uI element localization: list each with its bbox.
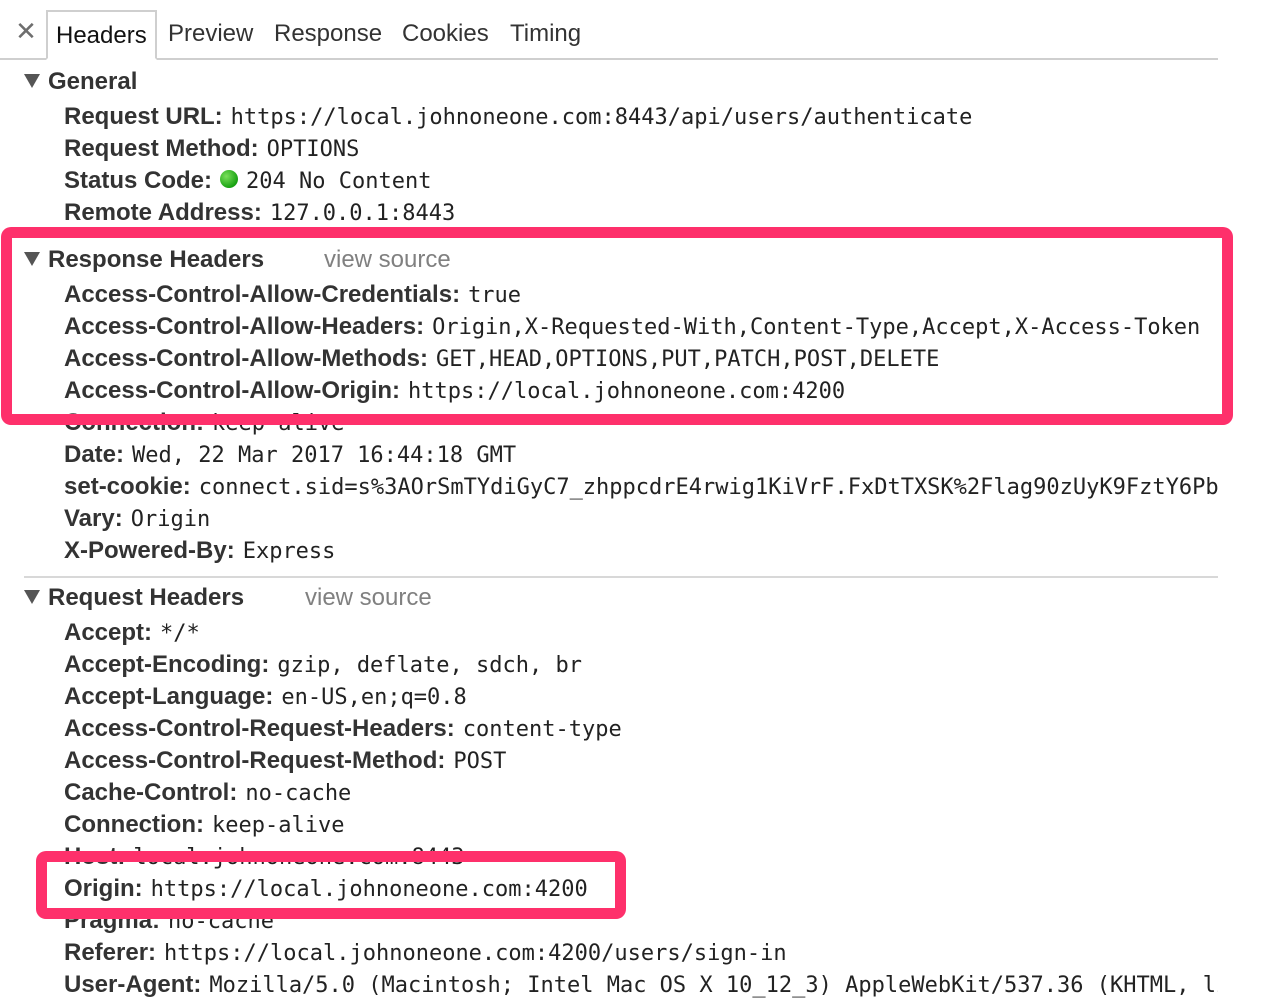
header-key: Access-Control-Allow-Headers:: [64, 313, 425, 340]
header-value: */*: [160, 621, 200, 646]
general-section-title: General: [48, 68, 138, 95]
header-key: Access-Control-Allow-Origin:: [64, 377, 401, 404]
header-key: set-cookie:: [64, 473, 191, 500]
triangle-down-icon: [24, 251, 40, 266]
response-header-row: set-cookie: connect.sid=s%3AOrSmTYdiGyC7_…: [64, 471, 1218, 503]
request-header-row: Accept: */*: [64, 617, 1218, 649]
header-value: Wed, 22 Mar 2017 16:44:18 GMT: [132, 443, 517, 468]
status-ok-icon: [220, 169, 239, 188]
request-view-source-link[interactable]: view source: [305, 582, 432, 614]
request-header-row: Pragma: no-cache: [64, 905, 1218, 937]
request-header-row: Host: local.johnoneone.com:8443: [64, 841, 1218, 873]
tab-preview[interactable]: Preview: [168, 10, 253, 60]
general-row-remote-address: Remote Address: 127.0.0.1:8443: [64, 197, 1218, 229]
header-value: Mozilla/5.0 (Macintosh; Intel Mac OS X 1…: [209, 973, 1218, 998]
header-key: Accept:: [64, 619, 153, 646]
header-value: Express: [242, 539, 336, 564]
request-headers-section-toggle[interactable]: Request Headers: [24, 582, 244, 614]
response-header-row: X-Powered-By: Express: [64, 535, 1218, 567]
header-value: content-type: [462, 717, 622, 742]
header-key: Date:: [64, 441, 125, 468]
section-divider: [24, 576, 1218, 578]
header-value: 204 No Content: [246, 169, 432, 194]
header-key: Connection:: [64, 811, 204, 838]
general-section-toggle[interactable]: General: [24, 66, 137, 98]
close-icon[interactable]: ✕: [14, 18, 38, 46]
request-header-row: Access-Control-Request-Headers: content-t…: [64, 713, 1218, 745]
response-header-row: Access-Control-Allow-Credentials: true: [64, 279, 1218, 311]
response-header-row: Access-Control-Allow-Methods: GET,HEAD,OP…: [64, 343, 1218, 375]
header-value: OPTIONS: [266, 137, 360, 162]
header-value: Origin,X-Requested-With,Content-Type,Acc…: [432, 315, 1201, 340]
request-header-row: User-Agent: Mozilla/5.0 (Macintosh; Intel…: [64, 969, 1218, 1001]
response-header-row: Vary: Origin: [64, 503, 1218, 535]
triangle-down-icon: [24, 589, 40, 604]
header-key: Vary:: [64, 505, 123, 532]
header-key: Connection:: [64, 409, 204, 436]
response-headers-title: Response Headers: [48, 246, 265, 273]
tab-bar: ✕ Headers Preview Response Cookies Timin…: [0, 0, 1218, 60]
general-row-request-method: Request Method: OPTIONS: [64, 133, 1218, 165]
header-key: Accept-Encoding:: [64, 651, 270, 678]
header-key: Request Method:: [64, 135, 259, 162]
header-value: https://local.johnoneone.com:4200/users/…: [164, 941, 787, 966]
header-value: 127.0.0.1:8443: [269, 201, 456, 226]
response-header-row: Access-Control-Allow-Headers: Origin,X-Re…: [64, 311, 1218, 343]
header-key: Referer:: [64, 939, 157, 966]
header-value: no-cache: [245, 781, 352, 806]
request-header-row: Connection: keep-alive: [64, 809, 1218, 841]
request-header-row: Origin: https://local.johnoneone.com:4200: [64, 873, 1218, 905]
request-header-row: Accept-Encoding: gzip, deflate, sdch, br: [64, 649, 1218, 681]
header-key: Status Code:: [64, 167, 213, 194]
request-header-row: Referer: https://local.johnoneone.com:420…: [64, 937, 1218, 969]
header-value: POST: [453, 749, 507, 774]
tab-cookies[interactable]: Cookies: [402, 10, 489, 60]
header-key: Host:: [64, 843, 126, 870]
tab-timing[interactable]: Timing: [510, 10, 581, 60]
header-key: Pragma:: [64, 907, 161, 934]
header-value: keep-alive: [211, 411, 345, 436]
header-value: keep-alive: [211, 813, 345, 838]
header-key: User-Agent:: [64, 971, 202, 998]
response-header-row: Date: Wed, 22 Mar 2017 16:44:18 GMT: [64, 439, 1218, 471]
header-value: connect.sid=s%3AOrSmTYdiGyC7_zhppcdrE4rw…: [198, 475, 1218, 500]
header-key: Request URL:: [64, 103, 223, 130]
header-value: Origin: [130, 507, 211, 532]
tab-headers[interactable]: Headers: [46, 10, 157, 60]
response-headers-section-toggle[interactable]: Response Headers: [24, 244, 264, 276]
header-value: https://local.johnoneone.com:4200: [150, 877, 588, 902]
general-row-request-url: Request URL: https://local.johnoneone.com…: [64, 101, 1218, 133]
header-value: GET,HEAD,OPTIONS,PUT,PATCH,POST,DELETE: [436, 347, 940, 372]
header-value: true: [468, 283, 522, 308]
header-key: Accept-Language:: [64, 683, 274, 710]
header-value: https://local.johnoneone.com:4200: [408, 379, 846, 404]
header-key: Remote Address:: [64, 199, 262, 226]
header-key: Origin:: [64, 875, 143, 902]
header-key: Access-Control-Allow-Credentials:: [64, 281, 461, 308]
request-header-row: Cache-Control: no-cache: [64, 777, 1218, 809]
request-headers-title: Request Headers: [48, 584, 245, 611]
request-header-row: Access-Control-Request-Method: POST: [64, 745, 1218, 777]
header-key: Access-Control-Allow-Methods:: [64, 345, 429, 372]
header-key: Access-Control-Request-Method:: [64, 747, 446, 774]
response-header-row: Connection: keep-alive: [64, 407, 1218, 439]
response-view-source-link[interactable]: view source: [324, 244, 451, 276]
header-value: https://local.johnoneone.com:8443/api/us…: [230, 105, 973, 130]
header-key: X-Powered-By:: [64, 537, 235, 564]
header-key: Cache-Control:: [64, 779, 238, 806]
tab-response[interactable]: Response: [274, 10, 382, 60]
header-value: no-cache: [168, 909, 275, 934]
header-value: gzip, deflate, sdch, br: [277, 653, 582, 678]
triangle-down-icon: [24, 73, 40, 88]
header-key: Access-Control-Request-Headers:: [64, 715, 455, 742]
response-header-row: Access-Control-Allow-Origin: https://loca…: [64, 375, 1218, 407]
request-header-row: Accept-Language: en-US,en;q=0.8: [64, 681, 1218, 713]
header-value: en-US,en;q=0.8: [281, 685, 467, 710]
header-value: local.johnoneone.com:8443: [133, 845, 465, 870]
general-row-status-code: Status Code: 204 No Content: [64, 165, 1218, 197]
